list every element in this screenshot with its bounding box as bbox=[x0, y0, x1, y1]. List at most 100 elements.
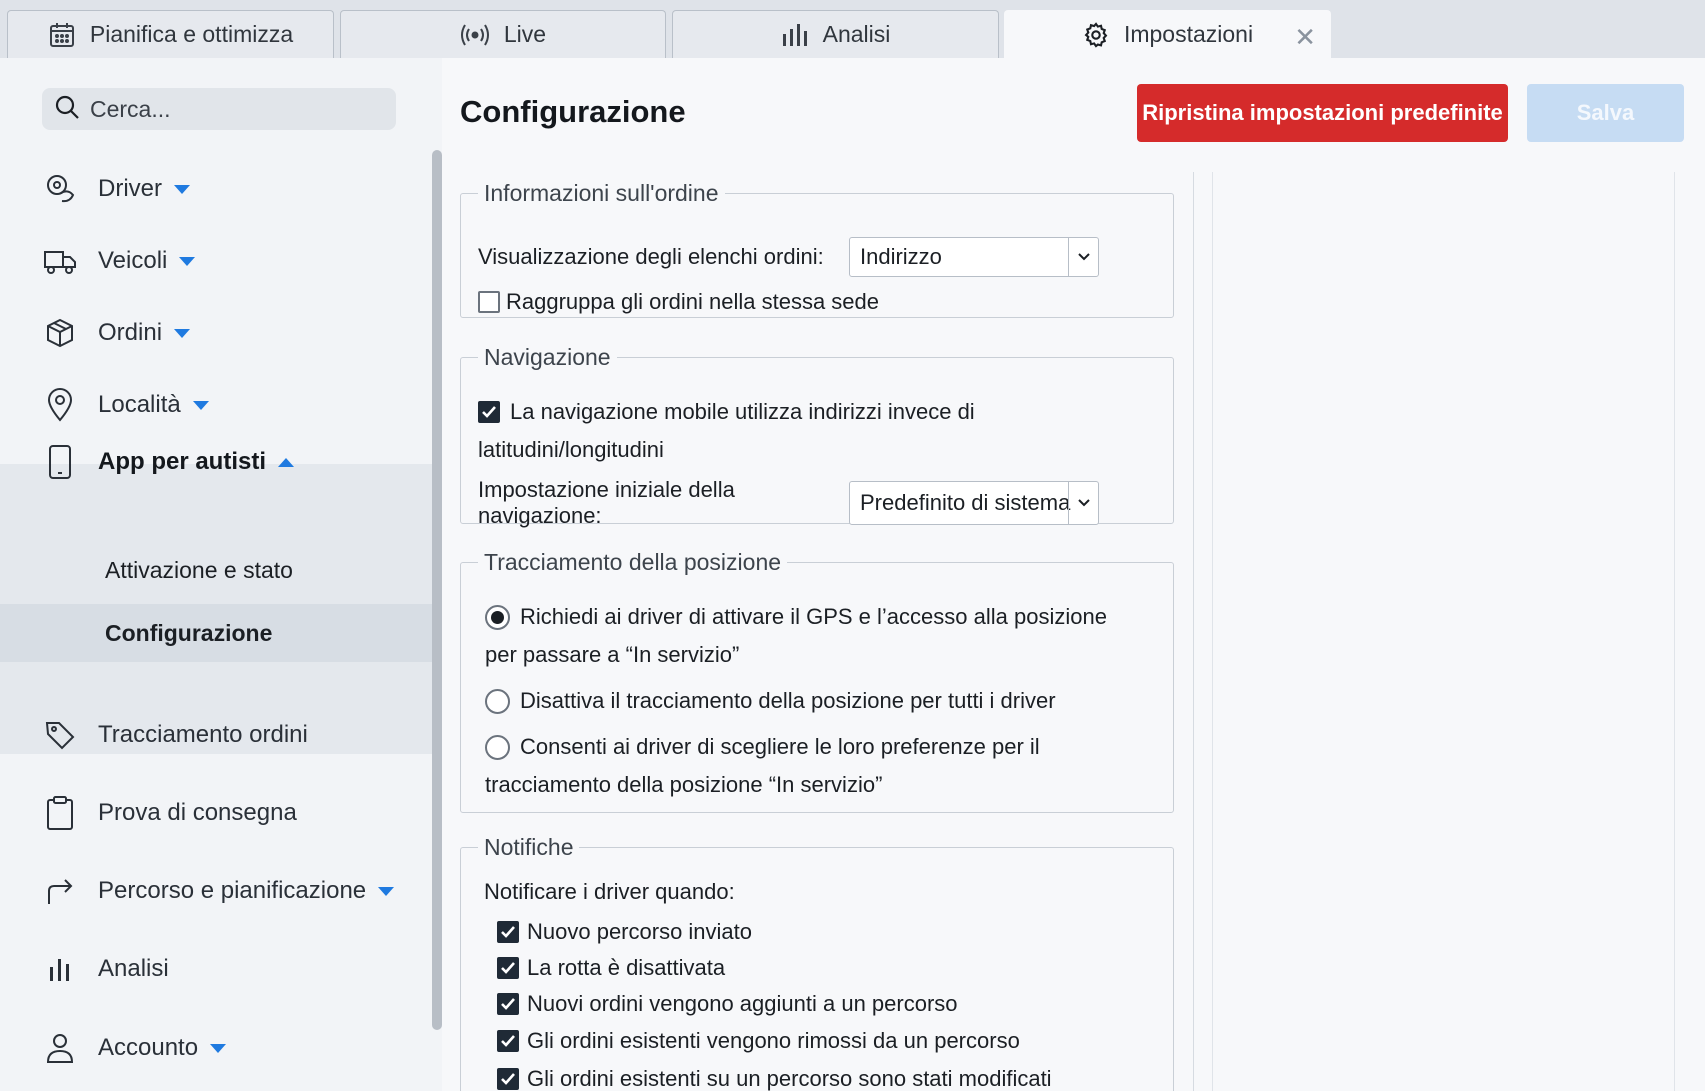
tracking-option-label: Disattiva il tracciamento della posizion… bbox=[520, 688, 1056, 713]
notification-checkbox[interactable] bbox=[497, 1068, 519, 1090]
calendar-icon bbox=[48, 21, 76, 49]
sidebar-item-account[interactable]: Accounto bbox=[0, 1018, 432, 1078]
sidebar-item-label: Driver bbox=[98, 175, 162, 202]
chevron-down-icon bbox=[378, 886, 395, 896]
sidebar: Driver Veicoli Ordini Località App per a… bbox=[0, 58, 442, 1091]
tracking-require-radio[interactable] bbox=[485, 604, 510, 630]
search-box bbox=[42, 88, 396, 130]
notification-checkbox[interactable] bbox=[497, 993, 519, 1015]
sidebar-item-driver[interactable]: Driver bbox=[0, 159, 432, 219]
sidebar-item-order-tracking[interactable]: Tracciamento ordini bbox=[0, 705, 432, 765]
tab-bar: Pianifica e ottimizza Live Analisi Impos… bbox=[0, 0, 1705, 58]
chevron-down-icon bbox=[1068, 238, 1098, 276]
bar-chart-icon bbox=[781, 22, 809, 48]
sidebar-item-label: Tracciamento ordini bbox=[98, 721, 308, 748]
notification-label: La rotta è disattivata bbox=[527, 955, 726, 980]
sidebar-item-label: Veicoli bbox=[98, 247, 168, 274]
tracking-option-label: Consenti ai driver di scegliere le loro … bbox=[520, 734, 1040, 759]
list-view-label: Visualizzazione degli elenchi ordini: bbox=[478, 244, 824, 269]
section-legend: Notifiche bbox=[484, 834, 574, 860]
notification-item: Gli ordini esistenti su un percorso sono… bbox=[497, 1066, 1052, 1091]
tracking-option-driver-choice: Consenti ai driver di scegliere le loro … bbox=[485, 728, 1040, 804]
route-arrow-icon bbox=[42, 873, 78, 909]
section-legend: Navigazione bbox=[484, 344, 611, 370]
initial-navigation-row: Impostazione iniziale della navigazione:… bbox=[478, 477, 1099, 529]
bar-chart-icon bbox=[42, 951, 78, 987]
reset-defaults-button[interactable]: Ripristina impostazioni predefinite bbox=[1137, 84, 1508, 142]
tab-analytics[interactable]: Analisi bbox=[672, 10, 999, 58]
save-button[interactable]: Salva bbox=[1527, 84, 1684, 142]
notification-item: Nuovo percorso inviato bbox=[497, 919, 752, 945]
tag-icon bbox=[42, 717, 78, 753]
notification-item: Gli ordini esistenti vengono rimossi da … bbox=[497, 1028, 1020, 1054]
sidebar-item-label: Prova di consegna bbox=[98, 799, 297, 826]
tracking-disable-radio[interactable] bbox=[485, 688, 510, 714]
notification-label: Nuovo percorso inviato bbox=[527, 919, 753, 944]
notification-checkbox[interactable] bbox=[497, 957, 519, 979]
notifications-section: Notifiche Notificare i driver quando: Nu… bbox=[460, 834, 1174, 1091]
sidebar-item-orders[interactable]: Ordini bbox=[0, 303, 432, 363]
notification-item: La rotta è disattivata bbox=[497, 955, 725, 981]
tracking-option-label-cont: tracciamento della posizione “In servizi… bbox=[485, 772, 883, 797]
sidebar-item-label: Accounto bbox=[98, 1034, 199, 1061]
sidebar-item-route-planning[interactable]: Percorso e pianificazione bbox=[0, 861, 432, 921]
use-address-checkbox[interactable] bbox=[478, 401, 500, 423]
sidebar-subitem-activation-status[interactable]: Attivazione e stato bbox=[0, 541, 432, 599]
sidebar-subitem-label: Configurazione bbox=[105, 619, 273, 646]
group-orders-row: Raggruppa gli ordini nella stessa sede bbox=[478, 289, 879, 315]
select-value: Indirizzo bbox=[860, 244, 942, 269]
list-view-select[interactable]: Indirizzo bbox=[849, 237, 1099, 277]
sidebar-item-proof-of-delivery[interactable]: Prova di consegna bbox=[0, 783, 432, 843]
sidebar-subitem-configuration[interactable]: Configurazione bbox=[0, 604, 432, 662]
use-address-label: La navigazione mobile utilizza indirizzi… bbox=[510, 399, 975, 424]
divider bbox=[1193, 172, 1194, 1091]
group-orders-label: Raggruppa gli ordini nella stessa sede bbox=[506, 289, 880, 314]
notifications-intro-label: Notificare i driver quando: bbox=[484, 879, 735, 904]
notification-label: Gli ordini esistenti vengono rimossi da … bbox=[527, 1028, 1020, 1053]
chevron-down-icon bbox=[210, 1043, 227, 1053]
use-address-label-cont: latitudini/longitudini bbox=[478, 437, 664, 462]
notification-checkbox[interactable] bbox=[497, 1030, 519, 1052]
tab-label: Impostazioni bbox=[1123, 21, 1254, 47]
chevron-down-icon bbox=[1068, 482, 1098, 524]
sidebar-scrollbar[interactable] bbox=[432, 150, 442, 1030]
tab-label: Analisi bbox=[822, 21, 891, 47]
tab-plan-optimize[interactable]: Pianifica e ottimizza bbox=[7, 10, 334, 58]
sidebar-item-vehicles[interactable]: Veicoli bbox=[0, 231, 432, 291]
driver-icon bbox=[42, 171, 78, 207]
tracking-option-label: Richiedi ai driver di attivare il GPS e … bbox=[520, 604, 1107, 629]
tracking-driver-choice-radio[interactable] bbox=[485, 734, 510, 760]
sidebar-item-driver-app[interactable]: App per autisti bbox=[0, 432, 432, 492]
sidebar-item-analytics[interactable]: Analisi bbox=[0, 939, 432, 999]
clipboard-icon bbox=[42, 795, 78, 831]
tab-live[interactable]: Live bbox=[340, 10, 666, 58]
tracking-option-label-cont: per passare a “In servizio” bbox=[485, 642, 740, 667]
group-orders-checkbox[interactable] bbox=[478, 291, 500, 313]
tab-label: Live bbox=[503, 21, 547, 47]
notification-label: Gli ordini esistenti su un percorso sono… bbox=[527, 1066, 1052, 1091]
notification-checkbox[interactable] bbox=[497, 921, 519, 943]
gear-icon bbox=[1082, 21, 1110, 49]
chevron-down-icon bbox=[179, 256, 196, 266]
initial-navigation-label: Impostazione iniziale della navigazione: bbox=[478, 477, 735, 528]
chevron-down-icon bbox=[174, 184, 190, 194]
search-input[interactable] bbox=[90, 95, 370, 123]
close-icon[interactable]: ✕ bbox=[1294, 22, 1316, 53]
select-value: Predefinito di sistema bbox=[860, 490, 1071, 515]
chevron-up-icon bbox=[278, 457, 295, 467]
sidebar-item-label: Percorso e pianificazione bbox=[98, 877, 367, 904]
chevron-down-icon bbox=[174, 328, 191, 338]
smartphone-icon bbox=[42, 444, 78, 480]
chevron-down-icon bbox=[192, 400, 209, 410]
section-legend: Informazioni sull'ordine bbox=[484, 180, 719, 206]
tab-settings[interactable]: Impostazioni ✕ bbox=[1004, 10, 1331, 58]
initial-navigation-select[interactable]: Predefinito di sistema bbox=[849, 481, 1099, 525]
sidebar-item-label: Ordini bbox=[98, 319, 163, 346]
sidebar-item-locations[interactable]: Località bbox=[0, 375, 432, 435]
search-icon bbox=[54, 94, 80, 125]
section-legend: Tracciamento della posizione bbox=[484, 549, 782, 575]
location-pin-icon bbox=[42, 387, 78, 423]
notification-item: Nuovi ordini vengono aggiunti a un perco… bbox=[497, 991, 958, 1017]
notifications-intro: Notificare i driver quando: bbox=[484, 879, 735, 905]
box-icon bbox=[42, 315, 78, 351]
